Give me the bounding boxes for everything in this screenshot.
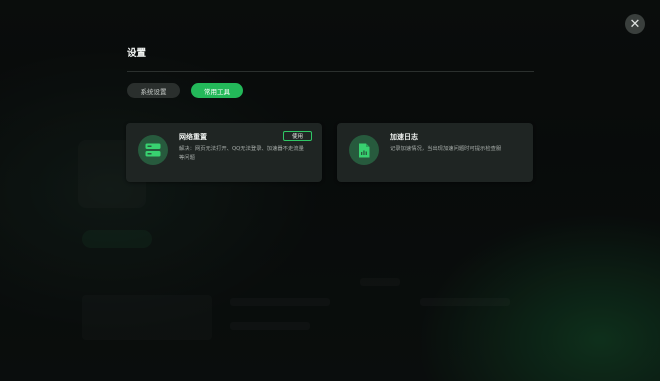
tool-card-network-reset: 网络重置 解决：网页无法打开、QQ无法登录、加速器不走流量等问题 使用	[126, 123, 322, 182]
modal-overlay	[0, 0, 660, 381]
network-reset-icon	[138, 135, 168, 165]
tool-name: 网络重置	[179, 133, 207, 141]
tool-name: 加速日志	[390, 133, 418, 141]
close-icon: ✕	[629, 16, 641, 32]
log-file-icon	[349, 135, 379, 165]
use-button[interactable]: 使用	[283, 131, 312, 141]
tool-description: 解决：网页无法打开、QQ无法登录、加速器不走流量等问题	[179, 146, 304, 161]
tab-common-tools[interactable]: 常用工具	[191, 83, 243, 98]
tool-card-acceleration-log[interactable]: 加速日志 记录加速情况，当出现加速问题时可提示检查服	[337, 123, 533, 182]
dialog-title: 设置	[127, 48, 147, 59]
title-divider	[127, 71, 534, 72]
tab-system-settings[interactable]: 系统设置	[127, 83, 180, 98]
close-button[interactable]: ✕	[625, 14, 645, 34]
tool-description: 记录加速情况，当出现加速问题时可提示检查服	[390, 146, 502, 152]
